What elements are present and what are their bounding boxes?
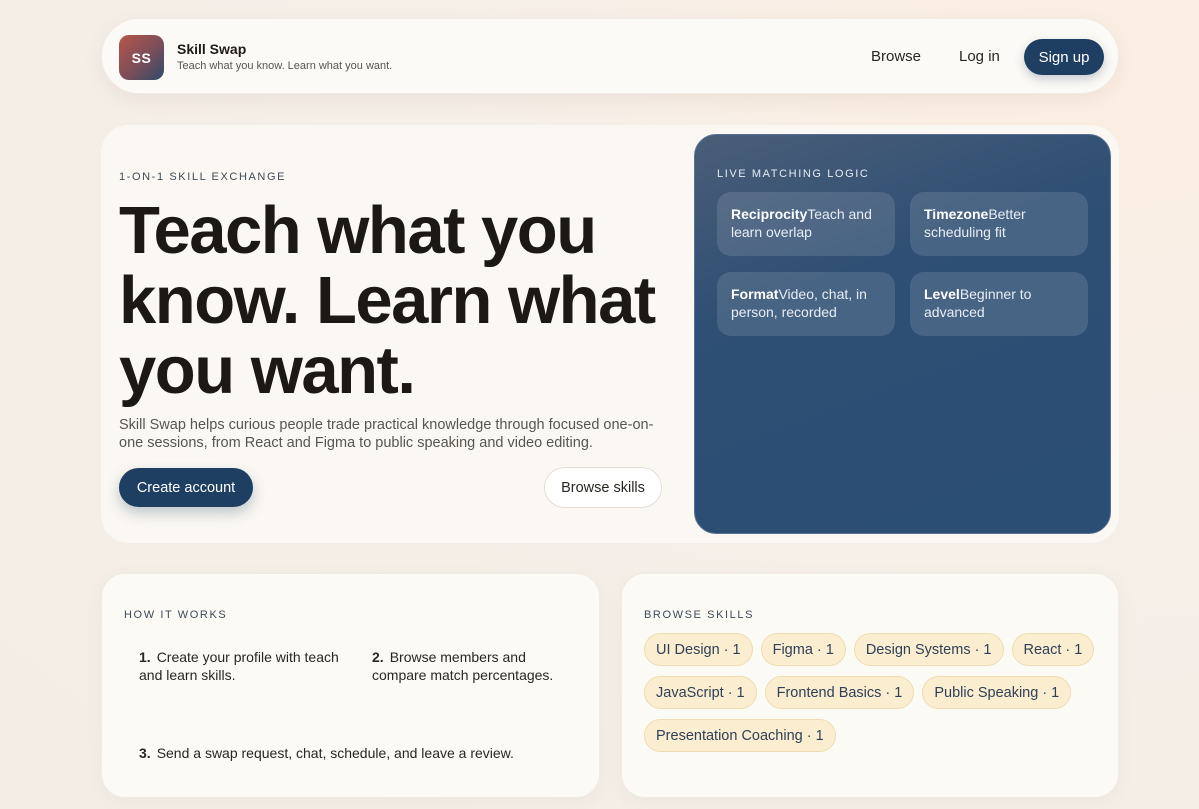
top-nav: SS Skill Swap Teach what you know. Learn… — [101, 18, 1119, 94]
skill-chip[interactable]: JavaScript · 1 — [644, 676, 757, 709]
skill-chip-name: Design Systems — [865, 641, 971, 658]
matching-logic-panel: LIVE MATCHING LOGIC ReciprocityTeach and… — [694, 134, 1111, 534]
skill-chip-count: · 1 — [1042, 684, 1060, 701]
skill-chip-list: UI Design · 1 Figma · 1 Design Systems · 1 … — [644, 633, 1104, 752]
skill-chip[interactable]: UI Design · 1 — [644, 633, 753, 666]
step-item: 1. Create your profile with teach and lea… — [139, 648, 339, 684]
brand-name: Skill Swap — [177, 41, 247, 57]
step-text: Browse members and compare match percent… — [372, 649, 554, 683]
step-number: 1. — [139, 649, 151, 665]
skill-chip[interactable]: Frontend Basics · 1 — [764, 676, 915, 709]
skill-chip[interactable]: Public Speaking · 1 — [922, 676, 1072, 709]
browse-skills-panel: BROWSE SKILLS UI Design · 1 Figma · 1 Desi… — [621, 573, 1119, 798]
brand-tagline: Teach what you know. Learn what you want… — [177, 60, 393, 72]
skill-chip-name: UI Design — [656, 641, 720, 658]
browse-skills-title: BROWSE SKILLS — [644, 609, 755, 621]
skill-chip-count: · 1 — [816, 641, 834, 658]
skill-chip[interactable]: Presentation Coaching · 1 — [644, 719, 836, 752]
step-item: 2. Browse members and compare match perce… — [372, 648, 562, 684]
skill-chip-count: · 1 — [723, 641, 741, 658]
matching-card-label: Level — [924, 286, 960, 302]
skill-chip-name: React — [1023, 641, 1062, 658]
skill-chip-count: · 1 — [806, 727, 824, 744]
matching-card-level: LevelBeginner to advanced — [910, 272, 1088, 336]
skill-chip-count: · 1 — [727, 684, 745, 701]
matching-card-label: Format — [731, 286, 779, 302]
step-number: 2. — [372, 649, 384, 665]
matching-card-format: FormatVideo, chat, in person, recorded — [717, 272, 895, 336]
how-it-works-panel: HOW IT WORKS 1. Create your profile with … — [101, 573, 600, 798]
matching-logic-title: LIVE MATCHING LOGIC — [717, 168, 870, 180]
nav-browse-link[interactable]: Browse — [871, 48, 921, 65]
skill-chip-count: · 1 — [885, 684, 903, 701]
skill-chip-name: Presentation Coaching — [656, 727, 803, 744]
step-number: 3. — [139, 745, 151, 761]
hero-headline: Teach what you know. Learn what you want… — [119, 193, 656, 408]
matching-card-timezone: TimezoneBetter scheduling fit — [910, 192, 1088, 256]
skill-chip[interactable]: React · 1 — [1011, 633, 1095, 666]
skill-chip-name: Frontend Basics — [776, 684, 882, 701]
hero-description: Skill Swap helps curious people trade pr… — [119, 417, 654, 451]
nav-login-link[interactable]: Log in — [959, 48, 1000, 65]
skill-chip-name: Figma — [772, 641, 813, 658]
skill-chip[interactable]: Design Systems · 1 — [853, 633, 1004, 666]
matching-card-label: Timezone — [924, 206, 989, 222]
how-it-works-title: HOW IT WORKS — [124, 609, 228, 621]
browse-skills-button[interactable]: Browse skills — [544, 467, 662, 508]
matching-card-reciprocity: ReciprocityTeach and learn overlap — [717, 192, 895, 256]
skill-chip-count: · 1 — [974, 641, 992, 658]
skill-chip-name: JavaScript — [656, 684, 724, 701]
skill-chip-count: · 1 — [1065, 641, 1083, 658]
skill-chip[interactable]: Figma · 1 — [760, 633, 846, 666]
step-item: 3. Send a swap request, chat, schedule, a… — [139, 744, 559, 762]
logo[interactable]: SS — [119, 35, 164, 80]
signup-button[interactable]: Sign up — [1024, 39, 1104, 75]
create-account-button[interactable]: Create account — [119, 468, 253, 507]
skill-chip-name: Public Speaking — [934, 684, 1039, 701]
step-text: Send a swap request, chat, schedule, and… — [156, 745, 514, 761]
step-text: Create your profile with teach and learn… — [139, 649, 339, 683]
hero-eyebrow: 1-ON-1 SKILL EXCHANGE — [119, 171, 287, 183]
matching-card-label: Reciprocity — [731, 206, 808, 222]
